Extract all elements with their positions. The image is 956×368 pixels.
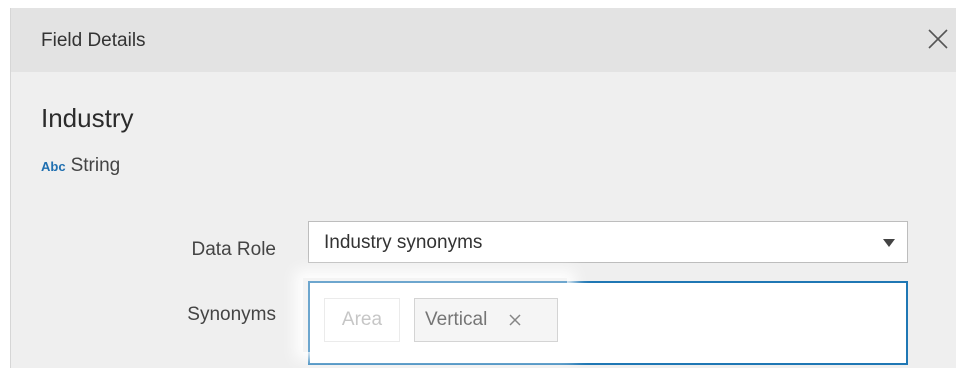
- data-role-label: Data Role: [191, 239, 277, 260]
- string-type-icon: Abc: [41, 159, 66, 174]
- synonym-chip-label: Area: [341, 309, 383, 330]
- dialog-title: Field Details: [41, 30, 146, 51]
- synonym-chip-area: Area: [324, 298, 400, 342]
- synonym-chip-vertical[interactable]: Vertical: [414, 298, 558, 342]
- field-name-heading: Industry: [41, 103, 134, 133]
- field-type: Abc String: [41, 155, 120, 177]
- chevron-down-icon: [883, 239, 895, 247]
- data-role-select[interactable]: Industry synonyms: [308, 221, 908, 263]
- close-icon: [928, 29, 948, 49]
- close-button[interactable]: [925, 26, 951, 52]
- field-type-label: String: [70, 155, 121, 176]
- remove-chip-icon[interactable]: [507, 312, 523, 328]
- synonyms-label: Synonyms: [187, 304, 276, 325]
- data-role-value: Industry synonyms: [324, 232, 483, 253]
- dialog-titlebar: Field Details: [11, 8, 956, 72]
- synonym-chip-label: Vertical: [425, 309, 488, 330]
- field-details-dialog: Field Details Industry Abc String Data R…: [10, 8, 956, 368]
- synonyms-input[interactable]: Area Vertical: [308, 281, 908, 365]
